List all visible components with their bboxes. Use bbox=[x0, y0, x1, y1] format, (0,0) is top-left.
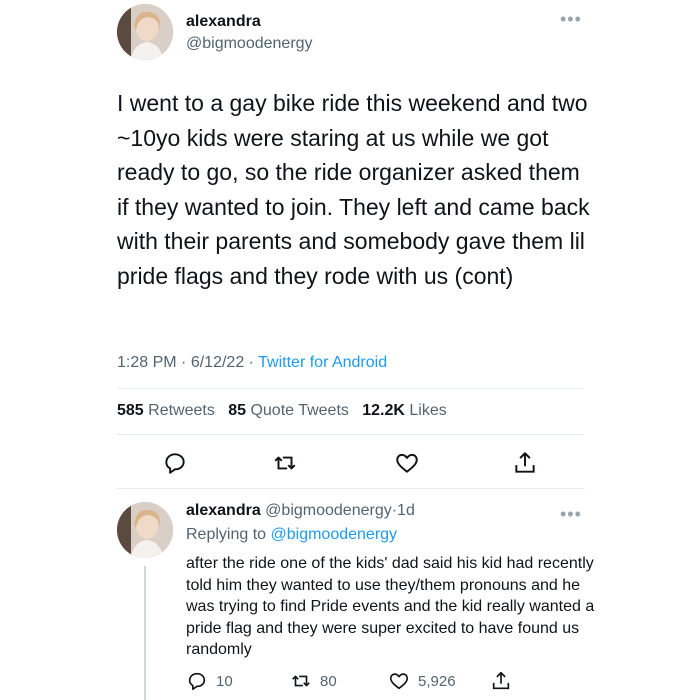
reply-icon bbox=[188, 672, 206, 691]
quotes-count: 85 bbox=[228, 402, 246, 419]
reply-icon bbox=[165, 453, 185, 474]
reply-header: alexandra @bigmoodenergy·1d bbox=[186, 502, 415, 520]
avatar[interactable] bbox=[117, 4, 173, 60]
share-icon bbox=[492, 671, 510, 690]
quotes-label: Quote Tweets bbox=[250, 402, 349, 419]
avatar-image bbox=[117, 502, 173, 558]
divider bbox=[117, 488, 584, 489]
avatar-image bbox=[117, 4, 173, 60]
tweet-text: I went to a gay bike ride this weekend a… bbox=[117, 90, 590, 289]
replying-to: Replying to @bigmoodenergy bbox=[186, 526, 397, 544]
replying-prefix: Replying to bbox=[186, 526, 267, 543]
tweet-stats: 585 Retweets 85 Quote Tweets 12.2K Likes bbox=[117, 402, 447, 420]
reply-author-handle[interactable]: @bigmoodenergy bbox=[265, 502, 392, 519]
more-icon[interactable]: ••• bbox=[560, 505, 582, 523]
reply-reply-button[interactable]: 10 bbox=[186, 670, 233, 692]
separator: · bbox=[248, 354, 254, 371]
reply-text: after the ride one of the kids' dad said… bbox=[186, 555, 595, 658]
tweet-date[interactable]: 6/12/22 bbox=[191, 354, 244, 371]
likes-stat[interactable]: 12.2K Likes bbox=[362, 402, 447, 419]
retweet-count: 80 bbox=[320, 672, 337, 690]
reply-share-button[interactable] bbox=[490, 670, 512, 697]
likes-label: Likes bbox=[409, 402, 447, 419]
divider bbox=[117, 388, 584, 389]
tweet-source-link[interactable]: Twitter for Android bbox=[258, 354, 387, 371]
replying-handle-link[interactable]: @bigmoodenergy bbox=[271, 526, 398, 543]
reply-retweet-button[interactable]: 80 bbox=[290, 670, 337, 692]
divider bbox=[117, 434, 584, 435]
reply-avatar[interactable] bbox=[117, 502, 173, 558]
retweet-icon bbox=[274, 456, 296, 470]
retweets-label: Retweets bbox=[148, 402, 215, 419]
share-icon bbox=[515, 452, 535, 473]
share-button[interactable] bbox=[510, 448, 540, 478]
retweet-button[interactable] bbox=[270, 448, 300, 478]
thread-line bbox=[144, 566, 146, 700]
tweet-time[interactable]: 1:28 PM bbox=[117, 354, 177, 371]
reply-button[interactable] bbox=[160, 448, 190, 478]
separator: · bbox=[181, 354, 187, 371]
reply-author-name[interactable]: alexandra bbox=[186, 502, 261, 519]
tweet-meta: 1:28 PM · 6/12/22 · Twitter for Android bbox=[117, 354, 387, 372]
likes-count: 12.2K bbox=[362, 402, 405, 419]
retweet-icon bbox=[292, 675, 310, 687]
heart-icon bbox=[389, 673, 409, 690]
author-name[interactable]: alexandra bbox=[186, 13, 261, 31]
more-icon[interactable]: ••• bbox=[560, 10, 582, 28]
reply-age[interactable]: 1d bbox=[397, 502, 415, 519]
retweets-stat[interactable]: 585 Retweets bbox=[117, 402, 215, 419]
reply-count: 10 bbox=[216, 672, 233, 690]
like-button[interactable] bbox=[392, 448, 422, 478]
heart-icon bbox=[396, 453, 418, 473]
quotes-stat[interactable]: 85 Quote Tweets bbox=[228, 402, 349, 419]
author-handle[interactable]: @bigmoodenergy bbox=[186, 35, 313, 53]
retweets-count: 585 bbox=[117, 402, 144, 419]
like-count: 5,926 bbox=[418, 672, 456, 690]
reply-like-button[interactable]: 5,926 bbox=[388, 670, 456, 692]
